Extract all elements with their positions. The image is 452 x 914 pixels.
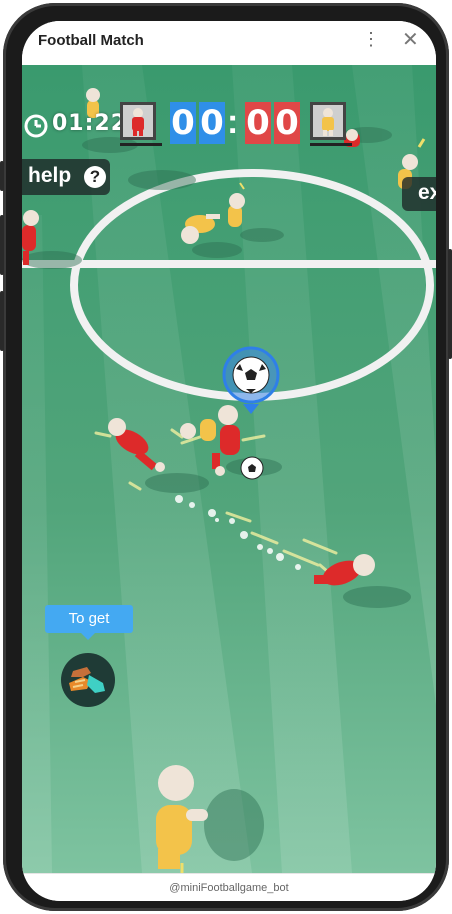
- home-score-digit: 0: [170, 102, 196, 144]
- phone-side-button: [0, 161, 4, 191]
- phone-power-button: [448, 249, 452, 359]
- away-badge-underline: [310, 143, 352, 146]
- away-score-digit: 0: [274, 102, 300, 144]
- home-badge-underline: [120, 143, 162, 146]
- more-vertical-icon[interactable]: ⋮: [362, 29, 380, 50]
- game-canvas[interactable]: 01:22 0 0 : 0 0 help ? ex To get: [22, 65, 436, 873]
- away-team-badge: [310, 102, 346, 140]
- clock-icon: [24, 114, 48, 138]
- match-ball: [240, 456, 264, 480]
- close-icon[interactable]: ✕: [402, 27, 419, 52]
- phone-volume-up-button: [0, 215, 4, 275]
- question-icon: ?: [84, 166, 106, 188]
- score-separator: :: [227, 103, 239, 141]
- phone-frame: Football Match ⋮ ✕ 01:22 0 0: 0 0 help …: [0, 3, 452, 911]
- powerup-tooltip-tail: [81, 633, 95, 640]
- phone-volume-down-button: [0, 291, 4, 351]
- window-title: Football Match: [38, 32, 144, 49]
- footer: @miniFootballgame_bot: [22, 873, 436, 901]
- title-bar: Football Match ⋮ ✕: [22, 21, 436, 65]
- opponent-player: [181, 214, 220, 244]
- boots-powerup-icon[interactable]: [61, 653, 115, 707]
- exit-label: ex: [418, 181, 436, 204]
- exit-button[interactable]: ex: [402, 177, 436, 211]
- screen: Football Match ⋮ ✕ 01:22 0 0: 0 0 help …: [22, 21, 436, 901]
- powerup-tooltip: To get: [45, 605, 133, 633]
- bot-handle: @miniFootballgame_bot: [169, 882, 289, 894]
- away-score-digit: 0: [245, 102, 271, 144]
- timer-value: 01:22: [52, 111, 128, 136]
- home-team-badge: [120, 102, 156, 140]
- help-label: help: [28, 164, 72, 187]
- help-button[interactable]: help ?: [22, 159, 110, 195]
- home-score-digit: 0: [199, 102, 225, 144]
